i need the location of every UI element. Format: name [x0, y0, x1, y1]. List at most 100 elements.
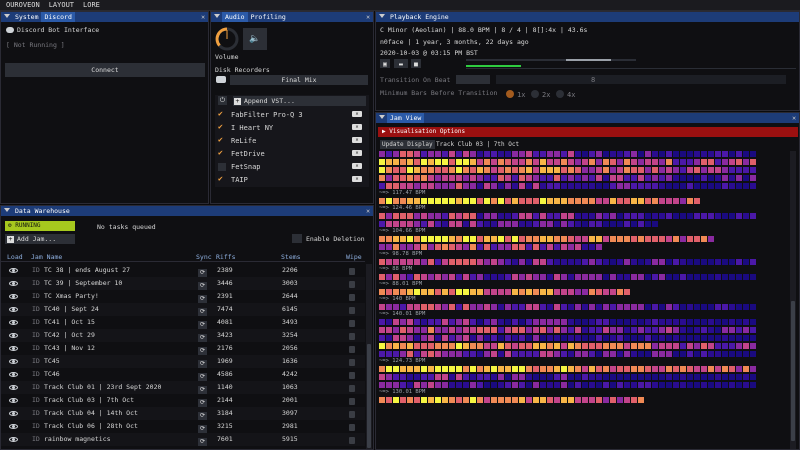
riff-cell[interactable] — [603, 327, 609, 333]
riff-cell[interactable] — [624, 236, 630, 242]
riff-cell[interactable] — [414, 213, 420, 219]
riff-cell[interactable] — [680, 183, 686, 189]
riff-cell[interactable] — [393, 343, 399, 349]
riff-cell[interactable] — [617, 335, 623, 341]
riff-cell[interactable] — [645, 159, 651, 165]
riff-cell[interactable] — [435, 335, 441, 341]
riff-cell[interactable] — [575, 366, 581, 372]
riff-cell[interactable] — [470, 366, 476, 372]
riff-cell[interactable] — [379, 274, 385, 280]
riff-cell[interactable] — [491, 319, 497, 325]
riff-cell[interactable] — [491, 327, 497, 333]
riff-cell[interactable] — [414, 304, 420, 310]
riff-cell[interactable] — [666, 319, 672, 325]
deletion-checkbox[interactable] — [292, 234, 302, 243]
riff-cell[interactable] — [673, 159, 679, 165]
vis-options-header[interactable]: ▶ Visualisation Options — [378, 127, 798, 137]
riff-cell[interactable] — [701, 351, 707, 357]
riff-cell[interactable] — [596, 289, 602, 295]
eye-icon[interactable] — [9, 303, 18, 316]
riff-cell[interactable] — [722, 366, 728, 372]
riff-cell[interactable] — [386, 274, 392, 280]
riff-cell[interactable] — [526, 198, 532, 204]
riff-cell[interactable] — [407, 236, 413, 242]
riff-cell[interactable] — [491, 335, 497, 341]
riff-cell[interactable] — [631, 304, 637, 310]
riff-cell[interactable] — [694, 183, 700, 189]
riff-cell[interactable] — [379, 382, 385, 388]
riff-cell[interactable] — [540, 327, 546, 333]
riff-cell[interactable] — [645, 274, 651, 280]
riff-cell[interactable] — [526, 236, 532, 242]
riff-cell[interactable] — [701, 167, 707, 173]
riff-cell[interactable] — [400, 259, 406, 265]
riff-cell[interactable] — [561, 244, 567, 250]
riff-cell[interactable] — [589, 175, 595, 181]
riff-cell[interactable] — [589, 397, 595, 403]
riff-cell[interactable] — [456, 213, 462, 219]
menu-ouroveon[interactable]: OUROVEON — [0, 0, 43, 9]
riff-cell[interactable] — [694, 382, 700, 388]
riff-cell[interactable] — [470, 159, 476, 165]
riff-cell[interactable] — [498, 183, 504, 189]
riff-cell[interactable] — [729, 213, 735, 219]
riff-cell[interactable] — [477, 213, 483, 219]
riff-cell[interactable] — [407, 397, 413, 403]
riff-cell[interactable] — [463, 319, 469, 325]
riff-cell[interactable] — [596, 335, 602, 341]
riff-cell[interactable] — [589, 259, 595, 265]
riff-cell[interactable] — [596, 221, 602, 227]
riff-cell[interactable] — [694, 159, 700, 165]
riff-cell[interactable] — [456, 259, 462, 265]
riff-cell[interactable] — [505, 175, 511, 181]
riff-cell[interactable] — [610, 335, 616, 341]
riff-cell[interactable] — [631, 213, 637, 219]
riff-cell[interactable] — [498, 259, 504, 265]
riff-cell[interactable] — [624, 259, 630, 265]
riff-cell[interactable] — [659, 351, 665, 357]
riff-cell[interactable] — [673, 304, 679, 310]
riff-cell[interactable] — [400, 335, 406, 341]
riff-cell[interactable] — [722, 167, 728, 173]
riff-cell[interactable] — [743, 366, 749, 372]
riff-cell[interactable] — [575, 397, 581, 403]
riff-cell[interactable] — [561, 159, 567, 165]
riff-cell[interactable] — [638, 374, 644, 380]
riff-cell[interactable] — [449, 366, 455, 372]
riff-cell[interactable] — [554, 167, 560, 173]
riff-cell[interactable] — [701, 274, 707, 280]
riff-cell[interactable] — [722, 274, 728, 280]
riff-cell[interactable] — [673, 335, 679, 341]
riff-cell[interactable] — [393, 167, 399, 173]
riff-cell[interactable] — [547, 151, 553, 157]
riff-cell[interactable] — [561, 327, 567, 333]
riff-cell[interactable] — [680, 319, 686, 325]
riff-cell[interactable] — [400, 319, 406, 325]
riff-cell[interactable] — [596, 159, 602, 165]
riff-cell[interactable] — [512, 151, 518, 157]
riff-cell[interactable] — [743, 327, 749, 333]
riff-cell[interactable] — [589, 244, 595, 250]
riff-cell[interactable] — [701, 319, 707, 325]
riff-cell[interactable] — [449, 175, 455, 181]
riff-cell[interactable] — [498, 351, 504, 357]
riff-cell[interactable] — [638, 351, 644, 357]
riff-cell[interactable] — [680, 236, 686, 242]
riff-cell[interactable] — [603, 236, 609, 242]
riff-cell[interactable] — [666, 335, 672, 341]
riff-cell[interactable] — [603, 289, 609, 295]
riff-cell[interactable] — [540, 244, 546, 250]
riff-cell[interactable] — [463, 366, 469, 372]
riff-cell[interactable] — [379, 343, 385, 349]
riff-cell[interactable] — [715, 319, 721, 325]
riff-cell[interactable] — [463, 259, 469, 265]
riff-cell[interactable] — [610, 151, 616, 157]
riff-cell[interactable] — [561, 175, 567, 181]
riff-cell[interactable] — [498, 213, 504, 219]
riff-cell[interactable] — [519, 335, 525, 341]
riff-cell[interactable] — [379, 374, 385, 380]
riff-cell[interactable] — [568, 366, 574, 372]
riff-cell[interactable] — [736, 343, 742, 349]
riff-cell[interactable] — [659, 175, 665, 181]
riff-cell[interactable] — [701, 175, 707, 181]
